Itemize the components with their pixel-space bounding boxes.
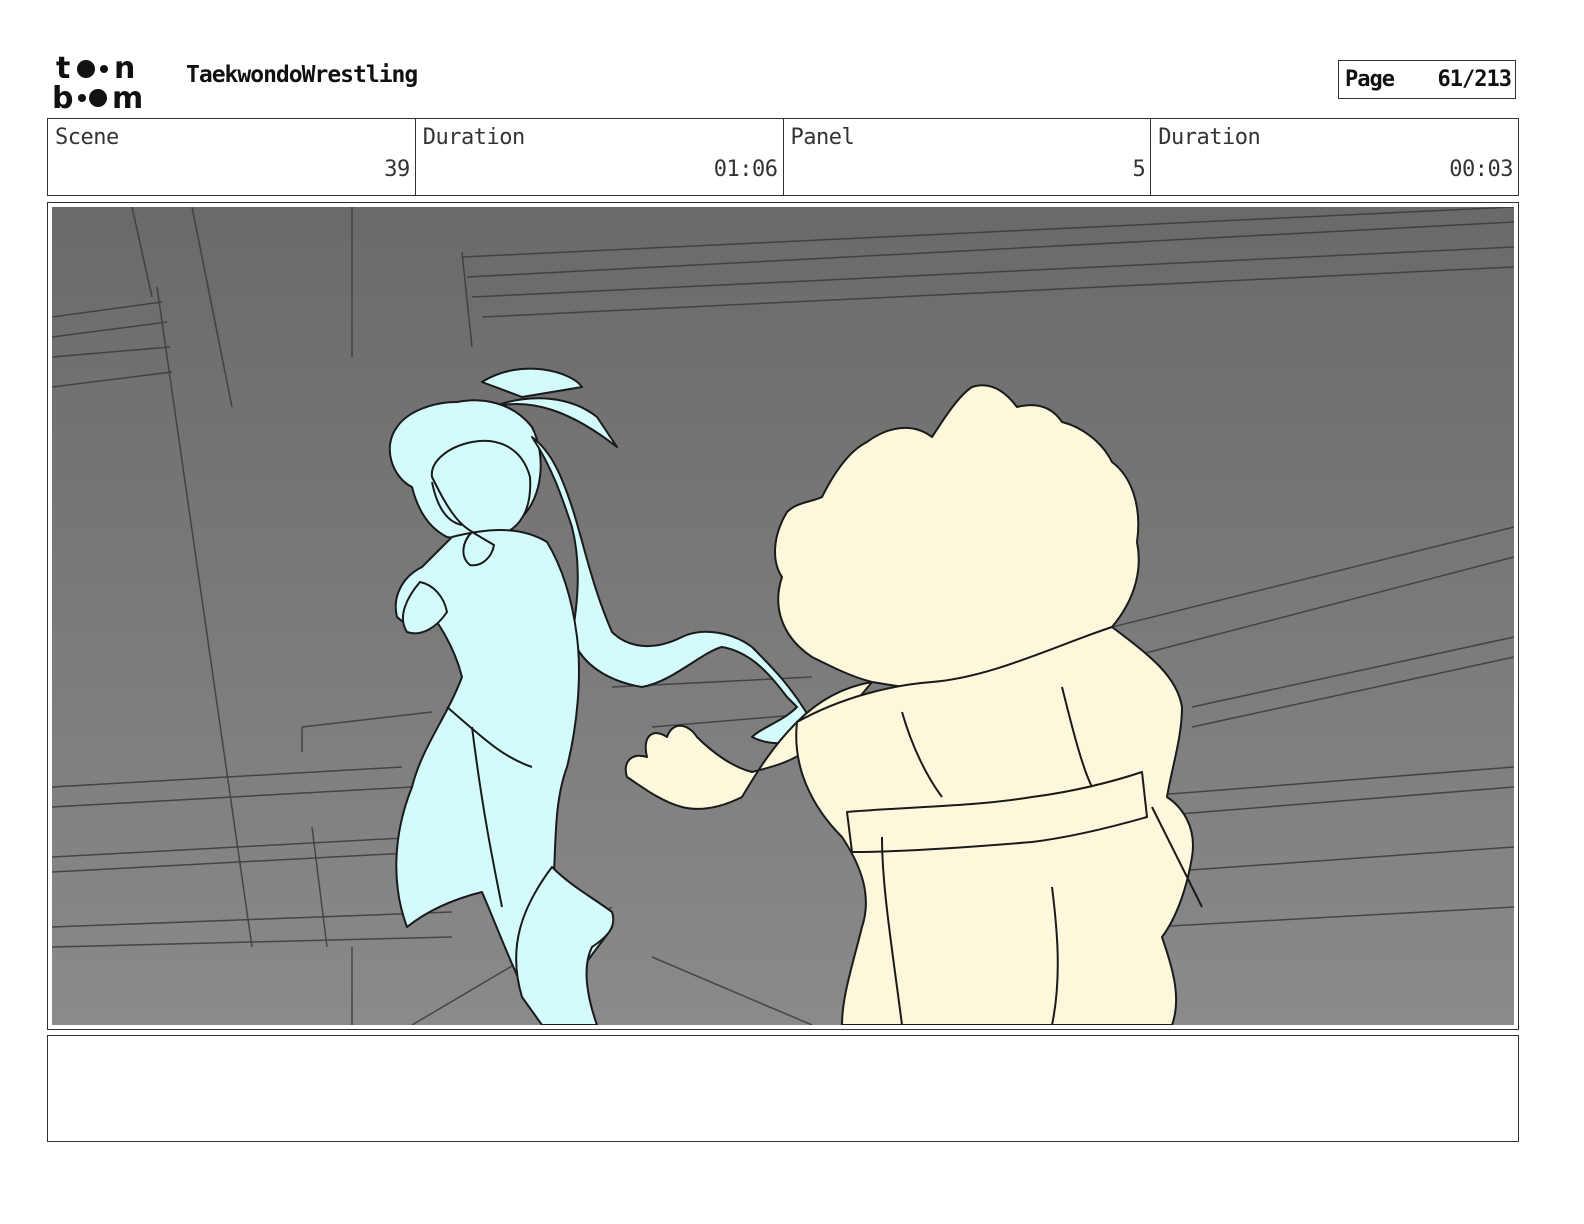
svg-text:m: m [112, 81, 143, 112]
scene-duration-value: 01:06 [713, 157, 778, 182]
scene-cell: Scene 39 [48, 119, 416, 195]
page-number: 61/213 [1437, 67, 1512, 92]
scene-duration-cell: Duration 01:06 [416, 119, 784, 195]
svg-text:b: b [52, 81, 73, 112]
panel-label: Panel [790, 125, 855, 150]
toon-boom-logo: t n b m [52, 51, 143, 112]
scene-info-row: Scene 39 Duration 01:06 Panel 5 Duration… [47, 118, 1519, 196]
panel-value: 5 [1132, 157, 1146, 182]
scene-value: 39 [384, 157, 410, 182]
scene-label: Scene [55, 125, 119, 150]
panel-duration-value: 00:03 [1449, 157, 1513, 182]
panel-duration-label: Duration [1158, 125, 1261, 150]
page-label: Page [1345, 67, 1395, 92]
storyboard-panel-image [52, 207, 1514, 1025]
panel-duration-cell: Duration 00:03 [1151, 119, 1518, 195]
panel-notes-box [47, 1035, 1519, 1142]
project-title: TaekwondoWrestling [186, 62, 418, 88]
panel-cell: Panel 5 [784, 119, 1152, 195]
scene-duration-label: Duration [422, 125, 525, 150]
page-indicator: Page 61/213 [1338, 60, 1516, 99]
